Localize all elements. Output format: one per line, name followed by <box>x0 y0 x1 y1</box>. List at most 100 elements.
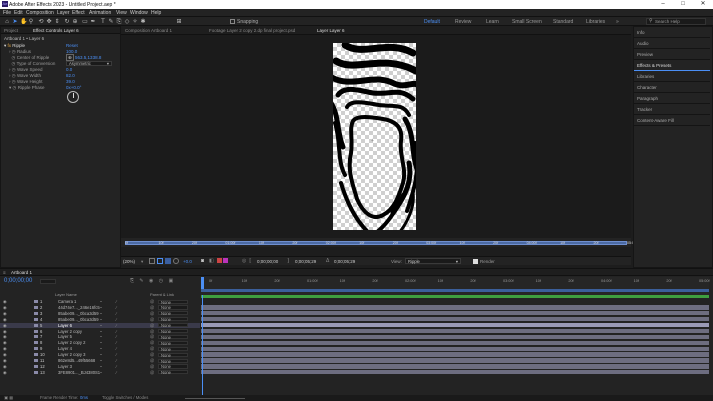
panel-audio[interactable]: Audio <box>634 38 710 49</box>
layer-label-color[interactable] <box>34 329 38 333</box>
eye-icon[interactable]: ◉ <box>3 340 7 345</box>
timeline-layer-row[interactable]: ◉ 4 85abe09..._0bca3d59 ⎯ ∕ @ None <box>0 317 200 322</box>
shy-icon[interactable]: ⎯ <box>100 323 102 328</box>
layer-label-color[interactable] <box>34 364 38 368</box>
out-point-icon[interactable]: ⟧ <box>287 258 289 264</box>
clone-tool-icon[interactable]: ⎘ <box>116 19 122 25</box>
tab-layer[interactable]: Layer Layer 6 <box>317 28 345 33</box>
timeline-switch-icons[interactable]: ⎘ ✎ ◉ ◷ ▣ <box>130 278 175 284</box>
layer-name[interactable]: 85abe09..._0bca3d59 <box>58 317 99 322</box>
eye-icon[interactable]: ◉ <box>3 364 7 369</box>
snapshot-camera-icon[interactable]: ◙ <box>201 258 204 264</box>
layer-name[interactable]: Layer 5 <box>58 334 72 339</box>
layer-label-color[interactable] <box>34 353 38 357</box>
timecode-out[interactable]: 0;00;05;29 <box>295 259 316 264</box>
panel-tracker[interactable]: Tracker <box>634 104 710 115</box>
layer-label-color[interactable] <box>34 335 38 339</box>
shy-icon[interactable]: ⎯ <box>100 346 102 351</box>
timeline-layer-row[interactable]: ◉ 12 Layer 3 ⎯ ∕ @ None <box>0 364 200 369</box>
parent-dropdown[interactable]: None <box>158 311 188 316</box>
conversion-dropdown[interactable]: Asymmetric ▾ <box>66 61 112 66</box>
panel-paragraph[interactable]: Paragraph <box>634 93 710 104</box>
eye-icon[interactable]: ◉ <box>3 329 7 334</box>
parent-dropdown[interactable]: None <box>158 340 188 345</box>
roto-brush-icon[interactable]: ✧ <box>132 19 138 25</box>
timeline-layer-row[interactable]: ◉ 7 Layer 5 ⎯ ∕ @ None <box>0 334 200 340</box>
shy-icon[interactable]: ⎯ <box>100 334 102 339</box>
prop-wave-width-value[interactable]: 82.0 <box>66 73 75 78</box>
parent-dropdown[interactable]: None <box>158 370 188 375</box>
workspace-default[interactable]: Default <box>424 19 440 25</box>
panel-character[interactable]: Character <box>634 82 710 93</box>
workspace-overflow-icon[interactable]: » <box>616 19 619 25</box>
tab-effect-controls[interactable]: Effect Controls Layer 6 <box>33 28 79 33</box>
safe-zones-icon[interactable] <box>149 258 155 264</box>
layer-name[interactable]: Camera 1 <box>58 299 76 304</box>
parent-pickwhip-icon[interactable]: @ <box>150 370 154 375</box>
timeline-layer-row[interactable]: ◉ 5 Layer 6 ⎯ ∕ @ None <box>0 322 200 328</box>
anchor-tool-icon[interactable]: ⊕ <box>72 19 78 25</box>
parent-dropdown[interactable]: None <box>158 323 188 328</box>
parent-dropdown[interactable]: None <box>158 305 188 310</box>
panel-effects-presets[interactable]: Effects & Presets <box>634 60 710 71</box>
shy-icon[interactable]: ⎯ <box>100 370 102 375</box>
timeline-layer-row[interactable]: ◉ 9 Layer 4 ⎯ ∕ @ None <box>0 346 200 351</box>
parent-pickwhip-icon[interactable]: @ <box>150 299 154 304</box>
in-point-icon[interactable]: ⟦ <box>249 258 251 264</box>
prop-wave-speed-value[interactable]: 0.0 <box>66 67 72 72</box>
eye-icon[interactable]: ◉ <box>3 305 7 310</box>
orbit-tool-icon[interactable]: ⟲ <box>38 19 44 25</box>
layer-label-color[interactable] <box>34 317 38 321</box>
shy-icon[interactable]: ⎯ <box>100 352 102 357</box>
parent-pickwhip-icon[interactable]: @ <box>150 317 154 322</box>
panel-libraries[interactable]: Libraries <box>634 71 710 82</box>
home-icon[interactable]: ⌂ <box>4 19 10 25</box>
layer-name[interactable]: 862e8d5...49f55668 <box>58 358 95 363</box>
menu-layer[interactable]: Layer <box>57 10 70 16</box>
fx-switch-icon[interactable]: ∕ <box>116 364 117 369</box>
panel-preview[interactable]: Preview <box>634 49 710 60</box>
timeline-search-input[interactable] <box>40 279 56 284</box>
timeline-layer-row[interactable]: ◉ 13 3FE8901..._BJ4380S1 ⎯ ∕ @ None <box>0 370 200 375</box>
show-snapshot-icon[interactable]: ◧ <box>209 258 214 264</box>
layer-track-bar[interactable] <box>201 370 709 375</box>
zoom-tool-icon[interactable]: ⚲ <box>28 19 34 25</box>
menu-animation[interactable]: Animation <box>89 10 111 16</box>
timeline-layer-row[interactable]: ◉ 1 Camera 1 ⎯ ∕ @ None <box>0 299 200 304</box>
parent-dropdown[interactable]: None <box>158 317 188 322</box>
pan-tool-icon[interactable]: ✥ <box>46 19 52 25</box>
parent-pickwhip-icon[interactable]: @ <box>150 305 154 310</box>
hand-tool-icon[interactable]: ✋ <box>20 19 27 25</box>
layer-track-bar[interactable] <box>201 305 709 310</box>
layer-name-header[interactable]: Layer Name <box>55 292 77 297</box>
ripple-phase-dial[interactable] <box>67 91 79 103</box>
shy-icon[interactable]: ⎯ <box>100 311 102 316</box>
layer-label-color[interactable] <box>34 300 38 303</box>
tab-project[interactable]: Project <box>4 28 18 33</box>
layer-label-color[interactable] <box>34 370 38 374</box>
layer-name[interactable]: Layer 2 copy 2 <box>58 340 85 345</box>
fx-switch-icon[interactable]: ∕ <box>116 358 117 363</box>
fx-switch-icon[interactable]: ∕ <box>116 352 117 357</box>
artboard-canvas[interactable] <box>333 43 416 230</box>
parent-pickwhip-icon[interactable]: @ <box>150 352 154 357</box>
shy-icon[interactable]: ⎯ <box>100 305 102 310</box>
parent-dropdown[interactable]: None <box>158 334 188 340</box>
fx-switch-icon[interactable]: ∕ <box>116 323 117 328</box>
alpha-channel-icon[interactable] <box>223 258 228 263</box>
workspace-review[interactable]: Review <box>455 19 471 25</box>
layer-track-bar[interactable] <box>201 358 709 363</box>
rotate-tool-icon[interactable]: ↻ <box>64 19 70 25</box>
parent-link-header[interactable]: Parent & Link <box>150 292 174 297</box>
timeline-layer-row[interactable]: ◉ 3 85abe09..._0bca3d59 ⎯ ∕ @ None <box>0 311 200 316</box>
layer-track-bar[interactable] <box>201 328 709 334</box>
layer-label-color[interactable] <box>34 311 38 315</box>
panel-content-aware-fill[interactable]: Content-Aware Fill <box>634 115 710 126</box>
layer-name[interactable]: Layer 4 <box>58 346 72 351</box>
layer-label-color[interactable] <box>34 341 38 345</box>
parent-pickwhip-icon[interactable]: @ <box>150 311 154 316</box>
parent-pickwhip-icon[interactable]: @ <box>150 346 154 351</box>
layer-name[interactable]: 44d74e7..._246e16fc5 <box>58 305 100 310</box>
timeline-layer-row[interactable]: ◉ 2 44d74e7..._246e16fc5 ⎯ ∕ @ None <box>0 305 200 310</box>
workspace-small-screen[interactable]: Small Screen <box>512 19 542 25</box>
